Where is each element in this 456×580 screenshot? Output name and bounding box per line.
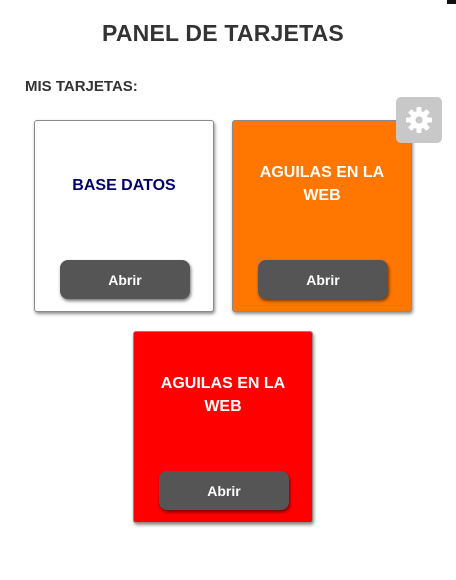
card-title: BASE DATOS xyxy=(72,177,176,194)
card-title: AGUILAS EN LA WEB xyxy=(160,375,286,415)
card-title: AGUILAS EN LA WEB xyxy=(259,164,385,204)
open-button[interactable]: Abrir xyxy=(258,260,388,299)
open-button[interactable]: Abrir xyxy=(60,260,190,299)
page-title: PANEL DE TARJETAS xyxy=(102,20,344,46)
card-aguilas-en-la-web: AGUILAS EN LA WEB Abrir xyxy=(232,120,412,312)
card-aguilas-en-la-web-2: AGUILAS EN LA WEB Abrir xyxy=(133,331,313,523)
window-corner-mark xyxy=(447,0,456,4)
section-label: MIS TARJETAS: xyxy=(25,78,138,95)
gear-icon xyxy=(406,107,432,133)
card-base-datos: BASE DATOS Abrir xyxy=(34,120,214,312)
settings-button[interactable] xyxy=(396,97,442,143)
open-button[interactable]: Abrir xyxy=(159,471,289,510)
